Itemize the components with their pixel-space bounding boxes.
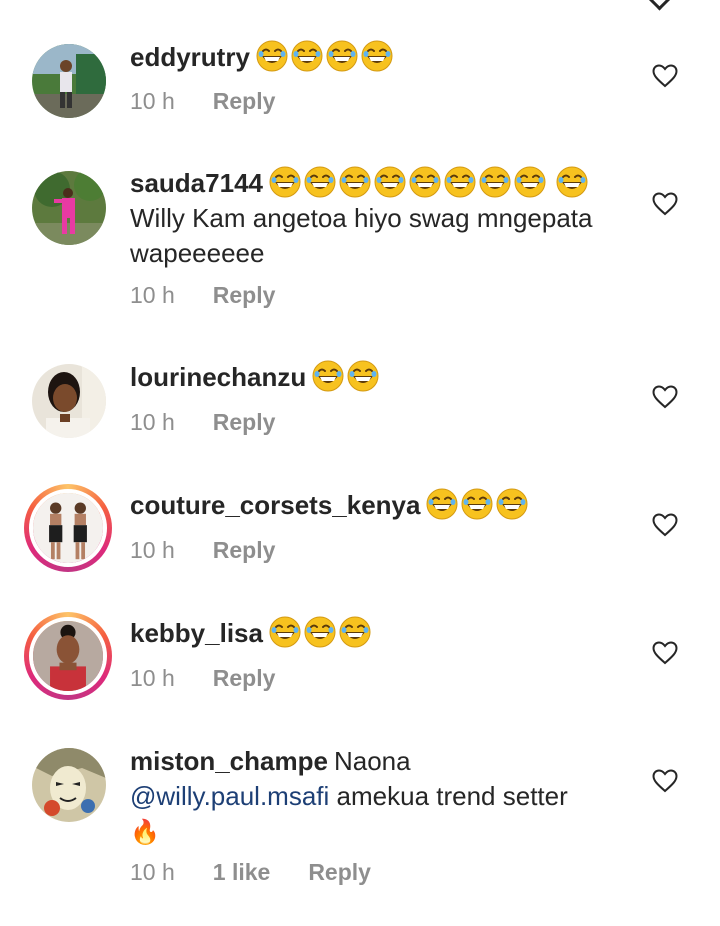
comment-meta: 10 h 1 like Reply <box>130 859 409 886</box>
comment-time: 10 h <box>130 409 175 435</box>
comment-text: Willy Kam angetoa hiyo swag mngepata wap… <box>130 203 593 268</box>
avatar[interactable] <box>32 171 106 245</box>
comment-body: couture_corsets_kenya <box>130 488 610 523</box>
comment-text-after: amekua trend setter <box>336 781 568 811</box>
reply-button[interactable]: Reply <box>213 88 276 114</box>
heart-outline-icon[interactable] <box>652 769 678 793</box>
comment-time: 10 h <box>130 282 175 308</box>
comment-body: miston_champe Naona @willy.paul.msafi amek… <box>130 744 610 850</box>
comment-time: 10 h <box>130 537 175 563</box>
reply-button[interactable]: Reply <box>213 409 276 435</box>
laugh-emoji-row <box>269 618 374 648</box>
reply-button[interactable]: Reply <box>213 665 276 691</box>
comment-meta: 10 h Reply <box>130 282 313 309</box>
avatar[interactable] <box>32 364 106 438</box>
avatar[interactable] <box>32 44 106 118</box>
comment-meta: 10 h Reply <box>130 409 313 436</box>
grinning-squinting-face-icon <box>291 40 323 72</box>
grinning-squinting-face-icon <box>304 166 336 198</box>
laugh-emoji-row <box>269 168 591 198</box>
heart-outline-icon[interactable] <box>652 641 678 665</box>
laugh-emoji-row <box>426 490 531 520</box>
comment-username[interactable]: couture_corsets_kenya <box>130 490 420 520</box>
avatar[interactable] <box>32 748 106 822</box>
comment-body: lourinechanzu <box>130 360 610 395</box>
grinning-squinting-face-icon <box>339 166 371 198</box>
reply-button[interactable]: Reply <box>213 282 276 308</box>
heart-outline-icon[interactable] <box>652 64 678 88</box>
grinning-squinting-face-icon <box>304 616 336 648</box>
grinning-squinting-face-icon <box>514 166 546 198</box>
heart-outline-icon[interactable] <box>652 513 678 537</box>
grinning-squinting-face-icon <box>444 166 476 198</box>
comment-time: 10 h <box>130 88 175 114</box>
grinning-squinting-face-icon <box>326 40 358 72</box>
grinning-squinting-face-icon <box>496 488 528 520</box>
reply-button[interactable]: Reply <box>213 537 276 563</box>
grinning-squinting-face-icon <box>339 616 371 648</box>
comment-text-before: Naona <box>333 746 411 776</box>
laugh-emoji-row <box>312 362 382 392</box>
grinning-squinting-face-icon <box>556 166 588 198</box>
comment-body: sauda7144 Willy Kam angetoa hiyo swag mn… <box>130 166 610 271</box>
fire-icon: 🔥 <box>130 819 160 846</box>
grinning-squinting-face-icon <box>409 166 441 198</box>
comment-body: kebby_lisa <box>130 616 610 651</box>
grinning-squinting-face-icon <box>269 166 301 198</box>
heart-outline-icon[interactable] <box>652 192 678 216</box>
reply-button[interactable]: Reply <box>308 859 371 885</box>
grinning-squinting-face-icon <box>461 488 493 520</box>
comment-meta: 10 h Reply <box>130 537 313 564</box>
comment-username[interactable]: sauda7144 <box>130 168 263 198</box>
grinning-squinting-face-icon <box>347 360 379 392</box>
avatar[interactable] <box>24 612 112 700</box>
avatar[interactable] <box>24 484 112 572</box>
grinning-squinting-face-icon <box>256 40 288 72</box>
grinning-squinting-face-icon <box>312 360 344 392</box>
laugh-emoji-row <box>256 42 396 72</box>
grinning-squinting-face-icon <box>361 40 393 72</box>
grinning-squinting-face-icon <box>269 616 301 648</box>
heart-outline-icon[interactable] <box>652 385 678 409</box>
likes-count[interactable]: 1 like <box>213 859 271 885</box>
grinning-squinting-face-icon <box>426 488 458 520</box>
comment-time: 10 h <box>130 665 175 691</box>
comment-username[interactable]: eddyrutry <box>130 42 250 72</box>
comment-meta: 10 h Reply <box>130 665 313 692</box>
mention-link[interactable]: @willy.paul.msafi <box>130 781 329 811</box>
comment-username[interactable]: lourinechanzu <box>130 362 306 392</box>
comment-username[interactable]: kebby_lisa <box>130 618 263 648</box>
grinning-squinting-face-icon <box>479 166 511 198</box>
chevron-down-icon[interactable] <box>647 0 672 11</box>
grinning-squinting-face-icon <box>374 166 406 198</box>
comment-body: eddyrutry <box>130 40 610 75</box>
comment-meta: 10 h Reply <box>130 88 313 115</box>
comment-username[interactable]: miston_champe <box>130 746 328 776</box>
comment-time: 10 h <box>130 859 175 885</box>
